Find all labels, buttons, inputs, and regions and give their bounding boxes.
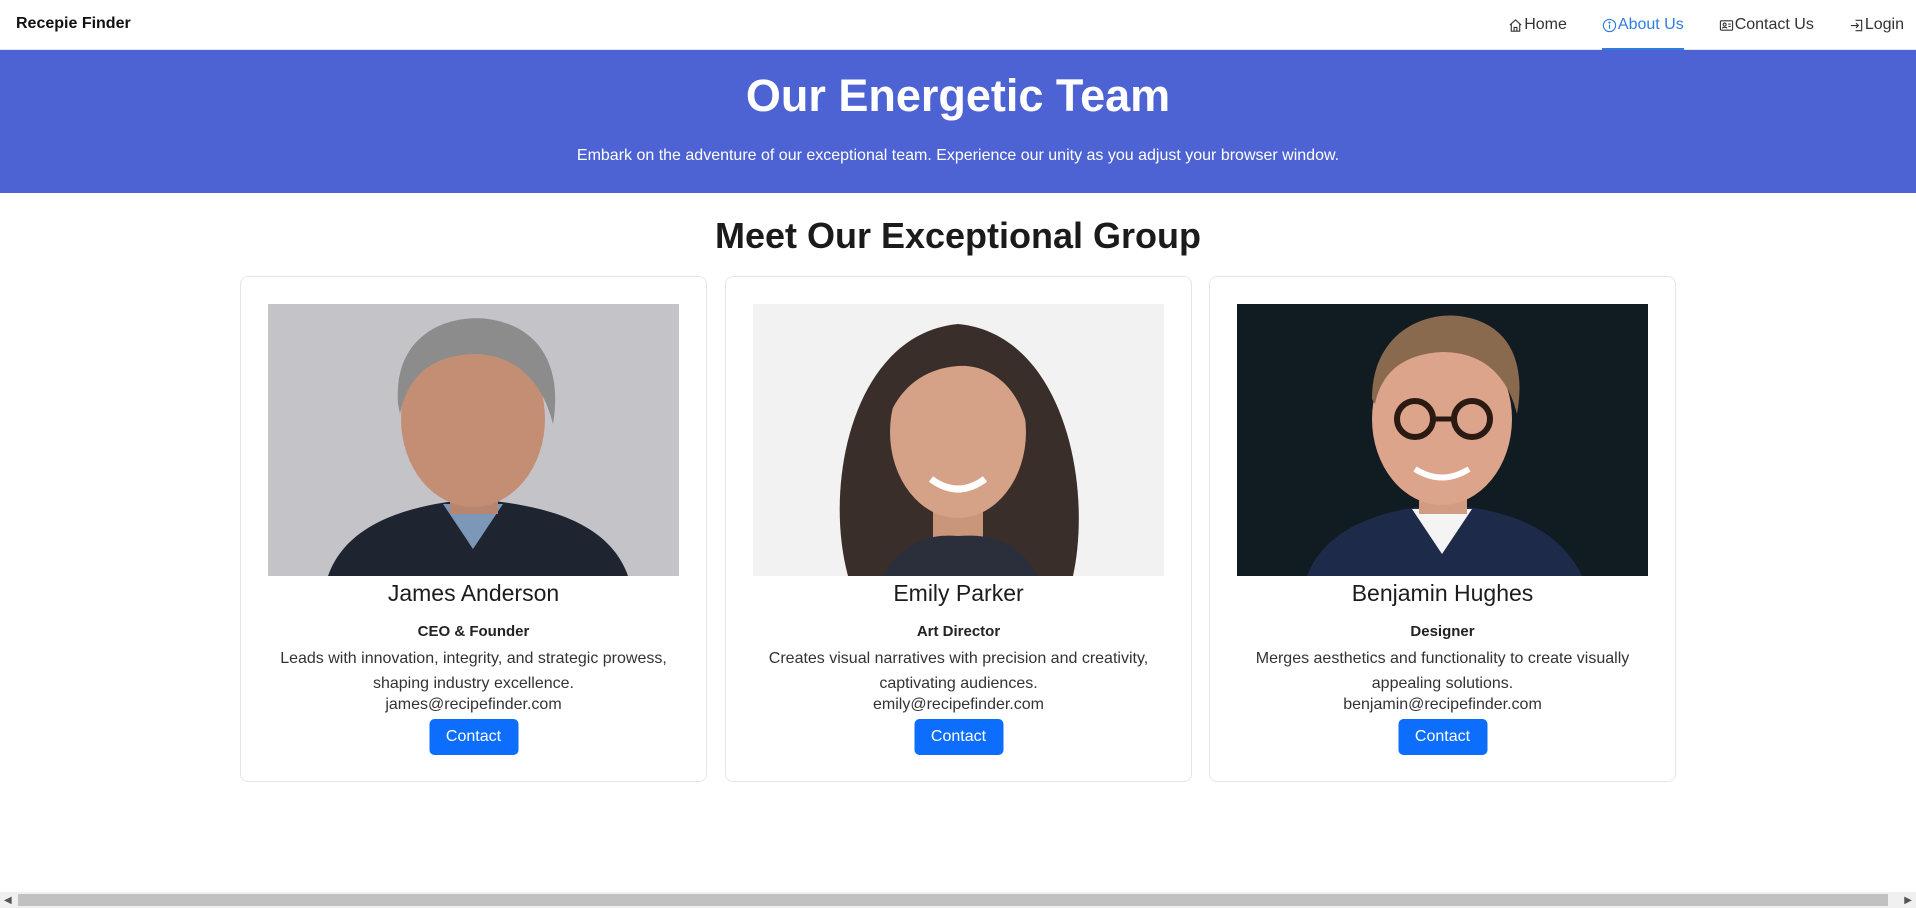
team-member-role: CEO & Founder: [417, 623, 530, 640]
nav-home-label: Home: [1524, 16, 1567, 33]
team-member-role: Art Director: [916, 623, 1001, 640]
horizontal-scrollbar[interactable]: ◀ ▶: [0, 892, 1916, 908]
navbar: Recepie Finder Home About Us Contact Us …: [0, 0, 1916, 50]
team-member-role: Designer: [1410, 623, 1475, 640]
team-card: Emily Parker Art Director Creates visual…: [725, 276, 1192, 782]
team-member-description: Creates visual narratives with precision…: [768, 650, 1149, 692]
contact-button[interactable]: Contact: [1398, 719, 1487, 755]
team-member-photo: [268, 304, 679, 576]
nav-login[interactable]: Login: [1849, 0, 1904, 50]
team-member-email: benjamin@recipefinder.com: [1343, 696, 1542, 713]
login-icon: [1850, 19, 1863, 31]
brand-logo-text[interactable]: Recepie Finder: [16, 15, 131, 33]
team-member-name: Emily Parker: [893, 580, 1024, 606]
team-member-name: James Anderson: [387, 580, 560, 606]
info-icon: [1602, 18, 1617, 32]
team-member-photo: [1237, 304, 1648, 576]
contact-card-icon: [1719, 19, 1733, 31]
team-member-email: emily@recipefinder.com: [873, 696, 1044, 713]
hero-title: Our Energetic Team: [745, 70, 1171, 121]
scroll-right-icon[interactable]: ▶: [1904, 895, 1912, 906]
hero-banner: Our Energetic Team Embark on the adventu…: [0, 50, 1916, 193]
nav-contact-label: Contact Us: [1734, 16, 1814, 33]
nav-about-label: About Us: [1617, 16, 1684, 33]
team-card: James Anderson CEO & Founder Leads with …: [240, 276, 707, 782]
nav-contact[interactable]: Contact Us: [1719, 0, 1814, 50]
contact-button[interactable]: Contact: [914, 719, 1003, 755]
team-member-description: Leads with innovation, integrity, and st…: [280, 650, 667, 692]
team-member-photo: [753, 304, 1164, 576]
hero-subtitle: Embark on the adventure of our exception…: [576, 147, 1340, 164]
home-icon: [1509, 18, 1522, 32]
nav-home[interactable]: Home: [1508, 0, 1567, 50]
scrollbar-thumb[interactable]: [18, 894, 1888, 906]
nav-menu: Home About Us Contact Us Login: [1508, 0, 1916, 50]
scroll-left-icon[interactable]: ◀: [4, 895, 12, 906]
section-title: Meet Our Exceptional Group: [714, 215, 1202, 256]
team-card: Benjamin Hughes Designer Merges aestheti…: [1209, 276, 1676, 782]
contact-button[interactable]: Contact: [429, 719, 518, 755]
team-member-description: Merges aesthetics and functionality to c…: [1255, 650, 1630, 692]
team-member-name: Benjamin Hughes: [1351, 580, 1534, 606]
team-member-email: james@recipefinder.com: [385, 696, 562, 713]
nav-about[interactable]: About Us: [1601, 0, 1684, 50]
nav-login-label: Login: [1864, 16, 1904, 33]
